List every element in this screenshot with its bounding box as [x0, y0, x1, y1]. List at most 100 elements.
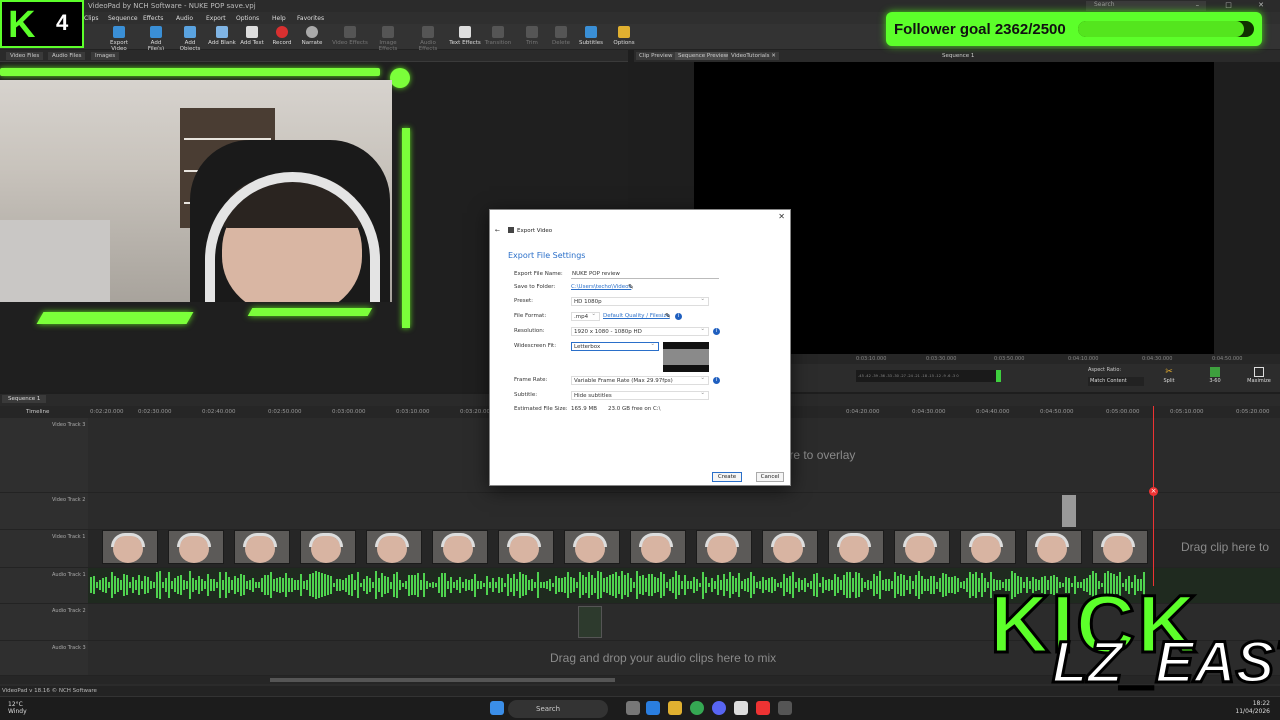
tab-video-files[interactable]: Video Files — [6, 52, 44, 60]
window-controls[interactable]: – □ ✕ — [1196, 1, 1276, 9]
video-clip-thumbnail[interactable] — [300, 530, 356, 564]
waveform-bar — [351, 574, 353, 596]
tab-sequence-preview[interactable]: Sequence Preview — [675, 52, 732, 60]
video-clip-thumbnail[interactable] — [894, 530, 950, 564]
playhead-marker-icon[interactable]: × — [1149, 487, 1158, 496]
media-bin-tabs: Video Files Audio Files Images — [0, 50, 628, 62]
trim-button[interactable]: Trim — [522, 26, 542, 46]
framerate-select[interactable]: Variable Frame Rate (Max 29.97fps) — [571, 375, 709, 385]
video-clip-thumbnail[interactable] — [102, 530, 158, 564]
menu-effects[interactable]: Effects — [143, 15, 163, 22]
track-header-video-3[interactable]: Video Track 3 — [0, 418, 88, 493]
track-lane-video-1[interactable]: Drag clip here to — [88, 530, 1280, 568]
menu-audio[interactable]: Audio — [176, 15, 193, 22]
menu-export[interactable]: Export — [206, 15, 226, 22]
obs-icon[interactable] — [756, 701, 770, 715]
info-icon[interactable]: i — [713, 328, 720, 335]
audio-2-clip[interactable] — [578, 606, 602, 638]
taskbar-clock[interactable]: 18:22 11/04/2026 — [1235, 700, 1270, 716]
scrollbar-thumb[interactable] — [270, 678, 615, 682]
video-2-clip[interactable] — [1062, 495, 1076, 527]
waveform-bar — [486, 575, 488, 595]
maximize-button[interactable]: Maximize — [1244, 367, 1274, 384]
options-button[interactable]: Options — [612, 26, 636, 46]
delete-button[interactable]: Delete — [550, 26, 572, 46]
back-arrow-icon[interactable]: ← — [495, 227, 500, 234]
track-header-audio-3[interactable]: Audio Track 3 — [0, 641, 88, 676]
video-clip-thumbnail[interactable] — [234, 530, 290, 564]
resolution-select[interactable]: 1920 x 1080 - 1080p HD — [571, 326, 709, 336]
video-clip-thumbnail[interactable] — [366, 530, 422, 564]
aspect-ratio-select[interactable]: Match Content — [1088, 377, 1144, 386]
video-effects-button[interactable]: Video Effects — [332, 26, 368, 46]
image-effects-button[interactable]: Image Effects — [370, 26, 406, 52]
edit-folder-icon[interactable]: ✎ — [628, 283, 634, 291]
subtitles-button[interactable]: Subtitles — [578, 26, 604, 46]
create-button[interactable]: Create — [712, 472, 742, 482]
weather-widget[interactable]: 12°C Windy — [8, 701, 27, 715]
menu-sequence[interactable]: Sequence — [108, 15, 138, 22]
info-icon[interactable]: i — [675, 313, 682, 320]
discord-icon[interactable] — [712, 701, 726, 715]
app-icon[interactable] — [734, 701, 748, 715]
quality-link[interactable]: Default Quality / Filesize — [603, 313, 670, 319]
video-clip-thumbnail[interactable] — [762, 530, 818, 564]
tab-clip-preview[interactable]: Clip Preview — [636, 52, 676, 60]
add-objects-button[interactable]: Add Objects — [174, 26, 206, 52]
timeline-playhead[interactable] — [1153, 406, 1154, 586]
video-clip-thumbnail[interactable] — [828, 530, 884, 564]
tab-audio-files[interactable]: Audio Files — [48, 52, 86, 60]
tab-sequence-1[interactable]: Sequence 1 — [2, 395, 47, 403]
folder-link[interactable]: C:\Users\techo\Videos — [571, 284, 631, 290]
widescreen-fit-select[interactable]: Letterbox — [571, 341, 659, 351]
add-text-button[interactable]: Add Text — [238, 26, 266, 46]
search-box[interactable]: Search — [1086, 1, 1206, 11]
format-select[interactable]: .mp4 — [571, 311, 600, 321]
track-header-audio-2[interactable]: Audio Track 2 — [0, 604, 88, 641]
video-clip-thumbnail[interactable] — [630, 530, 686, 564]
track-lane-video-2[interactable] — [88, 493, 1280, 530]
videopad-icon[interactable] — [778, 701, 792, 715]
cancel-button[interactable]: Cancel — [756, 472, 784, 482]
track-header-video-1[interactable]: Video Track 1 — [0, 530, 88, 568]
narrate-button[interactable]: Narrate — [300, 26, 324, 46]
video-clip-thumbnail[interactable] — [1092, 530, 1148, 564]
file-name-input[interactable]: NUKE POP review — [571, 271, 719, 279]
menu-clips[interactable]: Clips — [84, 15, 98, 22]
menu-help[interactable]: Help — [272, 15, 286, 22]
video-clip-thumbnail[interactable] — [696, 530, 752, 564]
video-clip-thumbnail[interactable] — [1026, 530, 1082, 564]
video-clip-thumbnail[interactable] — [564, 530, 620, 564]
3d-button[interactable]: 3-60 — [1204, 367, 1226, 384]
start-icon[interactable] — [490, 701, 504, 715]
task-view-icon[interactable] — [626, 701, 640, 715]
add-blank-button[interactable]: Add Blank — [208, 26, 236, 46]
export-video-button[interactable]: Export Video — [102, 26, 136, 52]
menu-options[interactable]: Options — [236, 15, 259, 22]
tab-images[interactable]: Images — [91, 52, 120, 60]
track-header-video-2[interactable]: Video Track 2 — [0, 493, 88, 530]
split-button[interactable]: ✂ Split — [1160, 367, 1178, 384]
video-clip-thumbnail[interactable] — [432, 530, 488, 564]
waveform-bar — [948, 576, 950, 594]
menu-favorites[interactable]: Favorites — [297, 15, 324, 22]
video-clip-thumbnail[interactable] — [498, 530, 554, 564]
tab-video-tutorials[interactable]: VideoTutorials ✕ — [728, 52, 779, 60]
info-icon[interactable]: i — [713, 377, 720, 384]
preset-select[interactable]: HD 1080p — [571, 296, 709, 306]
video-clip-thumbnail[interactable] — [960, 530, 1016, 564]
add-files-button[interactable]: Add File(s) — [142, 26, 170, 52]
file-explorer-icon[interactable] — [668, 701, 682, 715]
audio-effects-button[interactable]: Audio Effects — [410, 26, 446, 52]
subtitle-select[interactable]: Hide subtitles — [571, 390, 709, 400]
edit-quality-icon[interactable]: ✎ — [665, 312, 671, 320]
transition-button[interactable]: Transition — [484, 26, 512, 46]
taskbar-search[interactable]: Search — [508, 700, 608, 718]
video-clip-thumbnail[interactable] — [168, 530, 224, 564]
track-header-audio-1[interactable]: Audio Track 1 — [0, 568, 88, 604]
chrome-icon[interactable] — [690, 701, 704, 715]
record-button[interactable]: Record — [270, 26, 294, 46]
text-effects-button[interactable]: Text Effects — [448, 26, 482, 46]
copilot-icon[interactable] — [646, 701, 660, 715]
close-icon[interactable]: ✕ — [778, 212, 785, 221]
